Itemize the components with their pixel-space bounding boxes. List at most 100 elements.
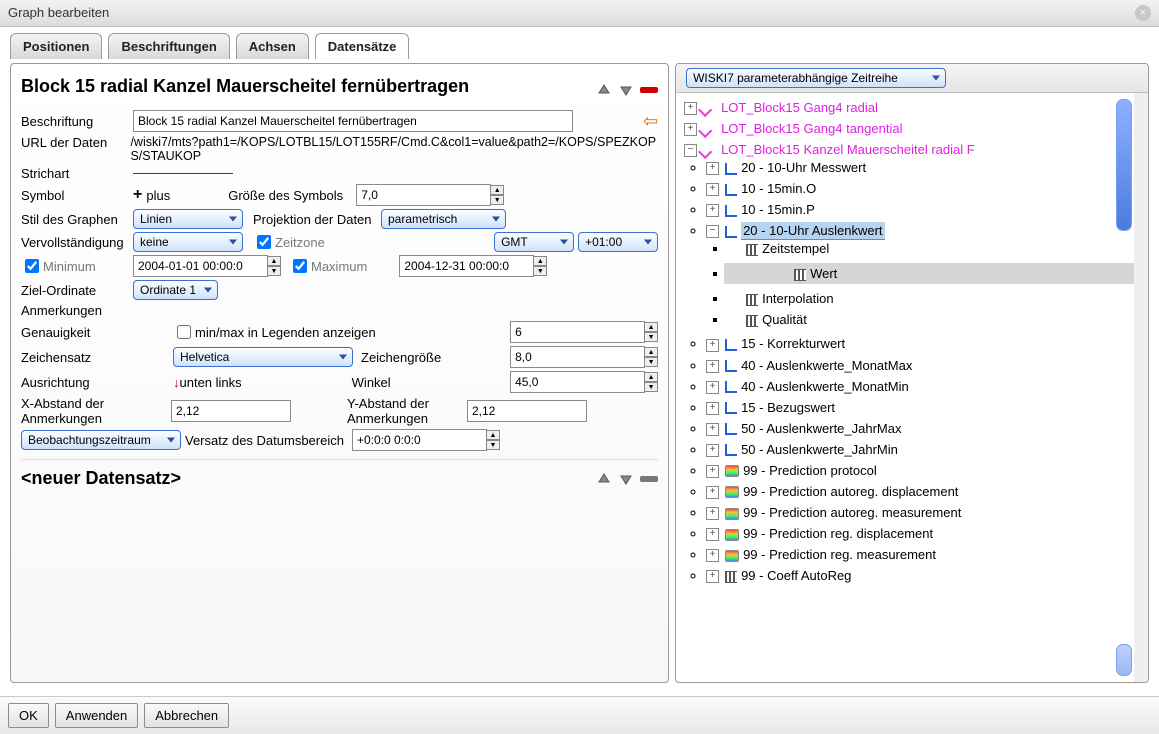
expand-icon[interactable]: + (706, 360, 719, 373)
expand-icon[interactable]: + (706, 339, 719, 352)
strichart-sample (133, 173, 233, 174)
tz-offset-select[interactable]: +01:00 (578, 232, 658, 252)
tab-positionen[interactable]: Positionen (10, 33, 102, 59)
tree-item[interactable]: 99 - Prediction autoreg. displacement (743, 484, 958, 499)
tree-item[interactable]: 20 - 10-Uhr Messwert (741, 160, 866, 175)
min-stepper[interactable]: ▲▼ (267, 256, 281, 276)
tree-item[interactable]: 10 - 15min.O (741, 181, 816, 196)
xab-input[interactable] (171, 400, 291, 422)
new-move-down-icon[interactable] (618, 471, 634, 487)
max-input[interactable] (399, 255, 534, 277)
tree-item[interactable]: Zeitstempel (762, 241, 829, 256)
ziel-label: Ziel-Ordinate (21, 283, 133, 298)
aus-label: Ausrichtung (21, 375, 133, 390)
expand-icon[interactable]: + (706, 465, 719, 478)
tz-select[interactable]: GMT (494, 232, 574, 252)
tree-item[interactable]: 40 - Auslenkwerte_MonatMin (741, 379, 909, 394)
tree-item[interactable]: 99 - Coeff AutoReg (741, 568, 851, 583)
tree-item[interactable]: 50 - Auslenkwerte_JahrMin (741, 442, 898, 457)
stil-select[interactable]: Linien (133, 209, 243, 229)
chart-icon (725, 226, 737, 238)
ok-button[interactable]: OK (8, 703, 49, 728)
tree-item[interactable]: 50 - Auslenkwerte_JahrMax (741, 421, 901, 436)
new-delete-icon[interactable] (640, 476, 658, 482)
groesse-input[interactable] (356, 184, 491, 206)
move-up-icon[interactable] (596, 82, 612, 98)
tree-item[interactable]: 99 - Prediction autoreg. measurement (743, 505, 961, 520)
timeseries-type-select[interactable]: WISKI7 parameterabhängige Zeitreihe (686, 68, 946, 88)
collapse-icon[interactable]: − (706, 225, 719, 238)
scrollbar-thumb-bottom[interactable] (1116, 644, 1132, 676)
proj-select[interactable]: parametrisch (381, 209, 506, 229)
versatz-label: Versatz des Datumsbereich (185, 433, 344, 448)
expand-icon[interactable]: + (706, 528, 719, 541)
yab-input[interactable] (467, 400, 587, 422)
tree-item[interactable]: 99 - Prediction reg. displacement (743, 526, 933, 541)
vervoll-select[interactable]: keine (133, 232, 243, 252)
tree-item[interactable]: 99 - Prediction reg. measurement (743, 547, 936, 562)
scrollbar-thumb[interactable] (1116, 99, 1132, 231)
assign-arrow-icon[interactable]: ⇦ (643, 111, 658, 132)
minmax-check[interactable] (177, 325, 191, 339)
zg-input[interactable] (510, 346, 645, 368)
chart-icon (725, 339, 737, 351)
tree-item[interactable]: 15 - Korrekturwert (741, 336, 845, 351)
min-input[interactable] (133, 255, 268, 277)
zeichensatz-select[interactable]: Helvetica (173, 347, 353, 367)
expand-icon[interactable]: + (706, 402, 719, 415)
expand-icon[interactable]: + (706, 162, 719, 175)
groesse-stepper[interactable]: ▲▼ (490, 185, 504, 205)
min-check[interactable] (25, 259, 39, 273)
new-move-up-icon[interactable] (596, 471, 612, 487)
expand-icon[interactable]: + (706, 444, 719, 457)
tree-item[interactable]: 15 - Bezugswert (741, 400, 835, 415)
apply-button[interactable]: Anwenden (55, 703, 138, 728)
max-check[interactable] (293, 259, 307, 273)
tree-view[interactable]: + LOT_Block15 Gang4 radial + LOT_Block15 G… (676, 93, 1148, 682)
expand-icon[interactable]: + (706, 423, 719, 436)
expand-icon[interactable]: + (706, 204, 719, 217)
expand-icon[interactable]: + (706, 381, 719, 394)
expand-icon[interactable]: + (706, 570, 719, 583)
versatz-input[interactable] (352, 429, 487, 451)
genau-input[interactable] (510, 321, 645, 343)
tree-item[interactable]: LOT_Block15 Gang4 radial (721, 100, 878, 115)
tree-item[interactable]: 99 - Prediction protocol (743, 463, 877, 478)
zeitzone-check[interactable] (257, 235, 271, 249)
tab-beschriftungen[interactable]: Beschriftungen (108, 33, 229, 59)
winkel-input[interactable] (510, 371, 645, 393)
ziel-select[interactable]: Ordinate 1 (133, 280, 218, 300)
beobachtung-select[interactable]: Beobachtungszeitraum (21, 430, 181, 450)
move-down-icon[interactable] (618, 82, 634, 98)
tree-item[interactable]: 10 - 15min.P (741, 202, 815, 217)
expand-icon[interactable]: + (706, 549, 719, 562)
chart-icon (725, 184, 737, 196)
tree-item-selected[interactable]: 20 - 10-Uhr Auslenkwert (741, 222, 884, 240)
genau-stepper[interactable]: ▲▼ (644, 322, 658, 342)
yab-label: Y-Abstand der Anmerkungen (347, 396, 467, 426)
tree-item[interactable]: LOT_Block15 Kanzel Mauerscheitel radial … (721, 142, 975, 157)
tree-item[interactable]: LOT_Block15 Gang4 tangential (721, 121, 902, 136)
delete-icon[interactable] (640, 87, 658, 93)
expand-icon[interactable]: + (684, 102, 697, 115)
plus-icon: + (133, 186, 142, 204)
max-stepper[interactable]: ▲▼ (533, 256, 547, 276)
expand-icon[interactable]: + (684, 123, 697, 136)
expand-icon[interactable]: + (706, 507, 719, 520)
collapse-icon[interactable]: − (684, 144, 697, 157)
expand-icon[interactable]: + (706, 183, 719, 196)
cancel-button[interactable]: Abbrechen (144, 703, 229, 728)
beschriftung-input[interactable] (133, 110, 573, 132)
tab-achsen[interactable]: Achsen (236, 33, 309, 59)
tree-item-highlighted[interactable]: Wert (724, 263, 1134, 284)
window-title: Graph bearbeiten (8, 5, 109, 20)
winkel-stepper[interactable]: ▲▼ (644, 372, 658, 392)
close-icon[interactable]: × (1135, 5, 1151, 21)
tab-datensaetze[interactable]: Datensätze (315, 33, 410, 59)
versatz-stepper[interactable]: ▲▼ (486, 430, 500, 450)
tree-item[interactable]: Interpolation (762, 291, 834, 306)
zg-stepper[interactable]: ▲▼ (644, 347, 658, 367)
tree-item[interactable]: 40 - Auslenkwerte_MonatMax (741, 358, 912, 373)
tree-item[interactable]: Qualität (762, 312, 807, 327)
expand-icon[interactable]: + (706, 486, 719, 499)
